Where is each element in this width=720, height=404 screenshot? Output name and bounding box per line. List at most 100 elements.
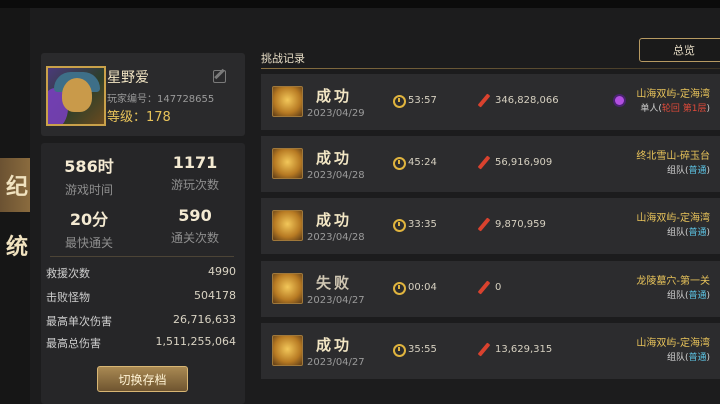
record-mode: 组队(普通) xyxy=(667,350,710,363)
switch-save-button[interactable]: 切换存档 xyxy=(97,366,188,392)
player-id: 玩家编号：147728655 xyxy=(107,94,215,105)
record-mode-close: ) xyxy=(706,166,710,176)
record-stage: 山海双屿-定海湾 xyxy=(636,338,710,349)
hero-portrait-icon xyxy=(272,210,303,241)
nav-tab-stats[interactable]: 统 xyxy=(0,218,30,272)
stat-row-value: 1,511,255,064 xyxy=(155,335,236,348)
record-stage: 龙陵墓穴-第一关 xyxy=(636,276,710,287)
stat-play-time: 586时 游戏时间 xyxy=(44,153,134,198)
record-row[interactable]: 成功 2023/04/28 33:35 9,870,959 山海双屿-定海湾 组… xyxy=(261,198,720,254)
stat-label: 通关次数 xyxy=(170,231,219,245)
stat-fastest-clear: 20分 最快通关 xyxy=(44,206,134,251)
records-title: 挑战记录 xyxy=(261,52,305,65)
stat-label: 游玩次数 xyxy=(170,178,219,192)
stat-row-max-total-damage: 最高总伤害 1,511,255,064 xyxy=(46,335,236,351)
record-row[interactable]: 成功 2023/04/28 45:24 56,916,909 终北雪山-碎玉台 … xyxy=(261,136,720,192)
record-time: 35:55 xyxy=(408,344,437,355)
record-result: 成功 xyxy=(316,211,353,229)
record-mode-type: 组队( xyxy=(666,353,689,363)
record-result: 成功 xyxy=(316,87,353,105)
record-date: 2023/04/28 xyxy=(307,170,365,181)
stat-row-rescues: 救援次数 4990 xyxy=(46,265,236,281)
record-mode-type: 组队( xyxy=(666,291,689,301)
sword-icon xyxy=(477,155,491,170)
nav-tab-stats-label: 统 xyxy=(5,235,28,260)
record-mode-difficulty: 轮回 第1层 xyxy=(661,104,707,114)
record-damage: 13,629,315 xyxy=(495,344,553,355)
record-mode-type: 单人( xyxy=(640,104,662,114)
record-mode-difficulty: 普通 xyxy=(688,353,707,363)
record-mode: 组队(普通) xyxy=(667,163,710,176)
top-bar xyxy=(0,0,720,8)
difficulty-spiral-icon xyxy=(615,96,624,105)
player-name: 星野爱 xyxy=(107,70,149,86)
record-row[interactable]: 成功 2023/04/27 35:55 13,629,315 山海双屿-定海湾 … xyxy=(261,323,720,379)
record-mode-close: ) xyxy=(706,353,710,363)
stat-row-key: 最高单次伤害 xyxy=(46,315,112,328)
record-result: 成功 xyxy=(316,336,353,354)
stat-row-key: 击败怪物 xyxy=(46,291,90,304)
stat-row-max-single-damage: 最高单次伤害 26,716,633 xyxy=(46,313,236,329)
record-stage: 山海双屿-定海湾 xyxy=(636,213,710,224)
nav-tab-records-label: 纪 xyxy=(5,175,28,200)
stat-row-key: 最高总伤害 xyxy=(46,337,101,350)
stat-value: 590 xyxy=(178,206,212,225)
overview-button[interactable]: 总览 xyxy=(639,38,720,62)
nav-tab-records[interactable]: 纪 xyxy=(0,158,30,212)
left-nav: 纪 统 xyxy=(0,8,30,404)
record-stage: 山海双屿-定海湾 xyxy=(636,89,710,100)
stat-value: 586时 xyxy=(64,157,114,176)
record-damage: 56,916,909 xyxy=(495,157,553,168)
record-time: 33:35 xyxy=(408,219,437,230)
records-title-line xyxy=(261,68,720,69)
record-mode-type: 组队( xyxy=(666,166,689,176)
record-row[interactable]: 失败 2023/04/27 00:04 0 龙陵墓穴-第一关 组队(普通) xyxy=(261,261,720,317)
record-result: 成功 xyxy=(316,149,353,167)
record-time: 00:04 xyxy=(408,282,437,293)
clock-icon xyxy=(393,282,406,295)
avatar-face xyxy=(62,78,92,112)
hero-portrait-icon xyxy=(272,86,303,117)
stat-value: 20分 xyxy=(69,210,109,229)
record-row[interactable]: 成功 2023/04/29 53:57 346,828,066 山海双屿-定海湾… xyxy=(261,74,720,130)
clock-icon xyxy=(393,344,406,357)
edit-icon[interactable] xyxy=(213,70,226,83)
sword-icon xyxy=(477,342,491,357)
record-mode-close: ) xyxy=(706,228,710,238)
record-date: 2023/04/29 xyxy=(307,108,365,119)
hero-portrait-icon xyxy=(272,148,303,179)
sword-icon xyxy=(477,280,491,295)
record-date: 2023/04/27 xyxy=(307,295,365,306)
record-mode: 组队(普通) xyxy=(667,225,710,238)
stat-row-value: 26,716,633 xyxy=(173,313,236,326)
clock-icon xyxy=(393,157,406,170)
stat-play-count: 1171 游玩次数 xyxy=(150,153,240,193)
record-damage: 0 xyxy=(495,282,502,293)
record-damage: 9,870,959 xyxy=(495,219,546,230)
record-date: 2023/04/27 xyxy=(307,357,365,368)
stats-divider xyxy=(50,256,234,257)
record-mode-difficulty: 普通 xyxy=(688,166,707,176)
stat-row-kills: 击败怪物 504178 xyxy=(46,289,236,305)
avatar[interactable] xyxy=(46,66,106,126)
stat-label: 游戏时间 xyxy=(64,183,113,197)
record-mode-difficulty: 普通 xyxy=(688,228,707,238)
record-stage: 终北雪山-碎玉台 xyxy=(636,151,710,162)
clock-icon xyxy=(393,95,406,108)
record-date: 2023/04/28 xyxy=(307,232,365,243)
record-time: 45:24 xyxy=(408,157,437,168)
hero-portrait-icon xyxy=(272,273,303,304)
record-mode-close: ) xyxy=(706,291,710,301)
sword-icon xyxy=(477,93,491,108)
sword-icon xyxy=(477,217,491,232)
record-mode-close: ) xyxy=(706,104,710,114)
stat-clear-count: 590 通关次数 xyxy=(150,206,240,246)
stat-row-value: 4990 xyxy=(208,265,236,278)
stat-row-key: 救援次数 xyxy=(46,267,90,280)
record-mode: 组队(普通) xyxy=(667,288,710,301)
record-mode-difficulty: 普通 xyxy=(688,291,707,301)
clock-icon xyxy=(393,219,406,232)
stat-row-value: 504178 xyxy=(194,289,236,302)
record-mode: 单人(轮回 第1层) xyxy=(640,101,710,114)
stat-value: 1171 xyxy=(172,153,218,172)
